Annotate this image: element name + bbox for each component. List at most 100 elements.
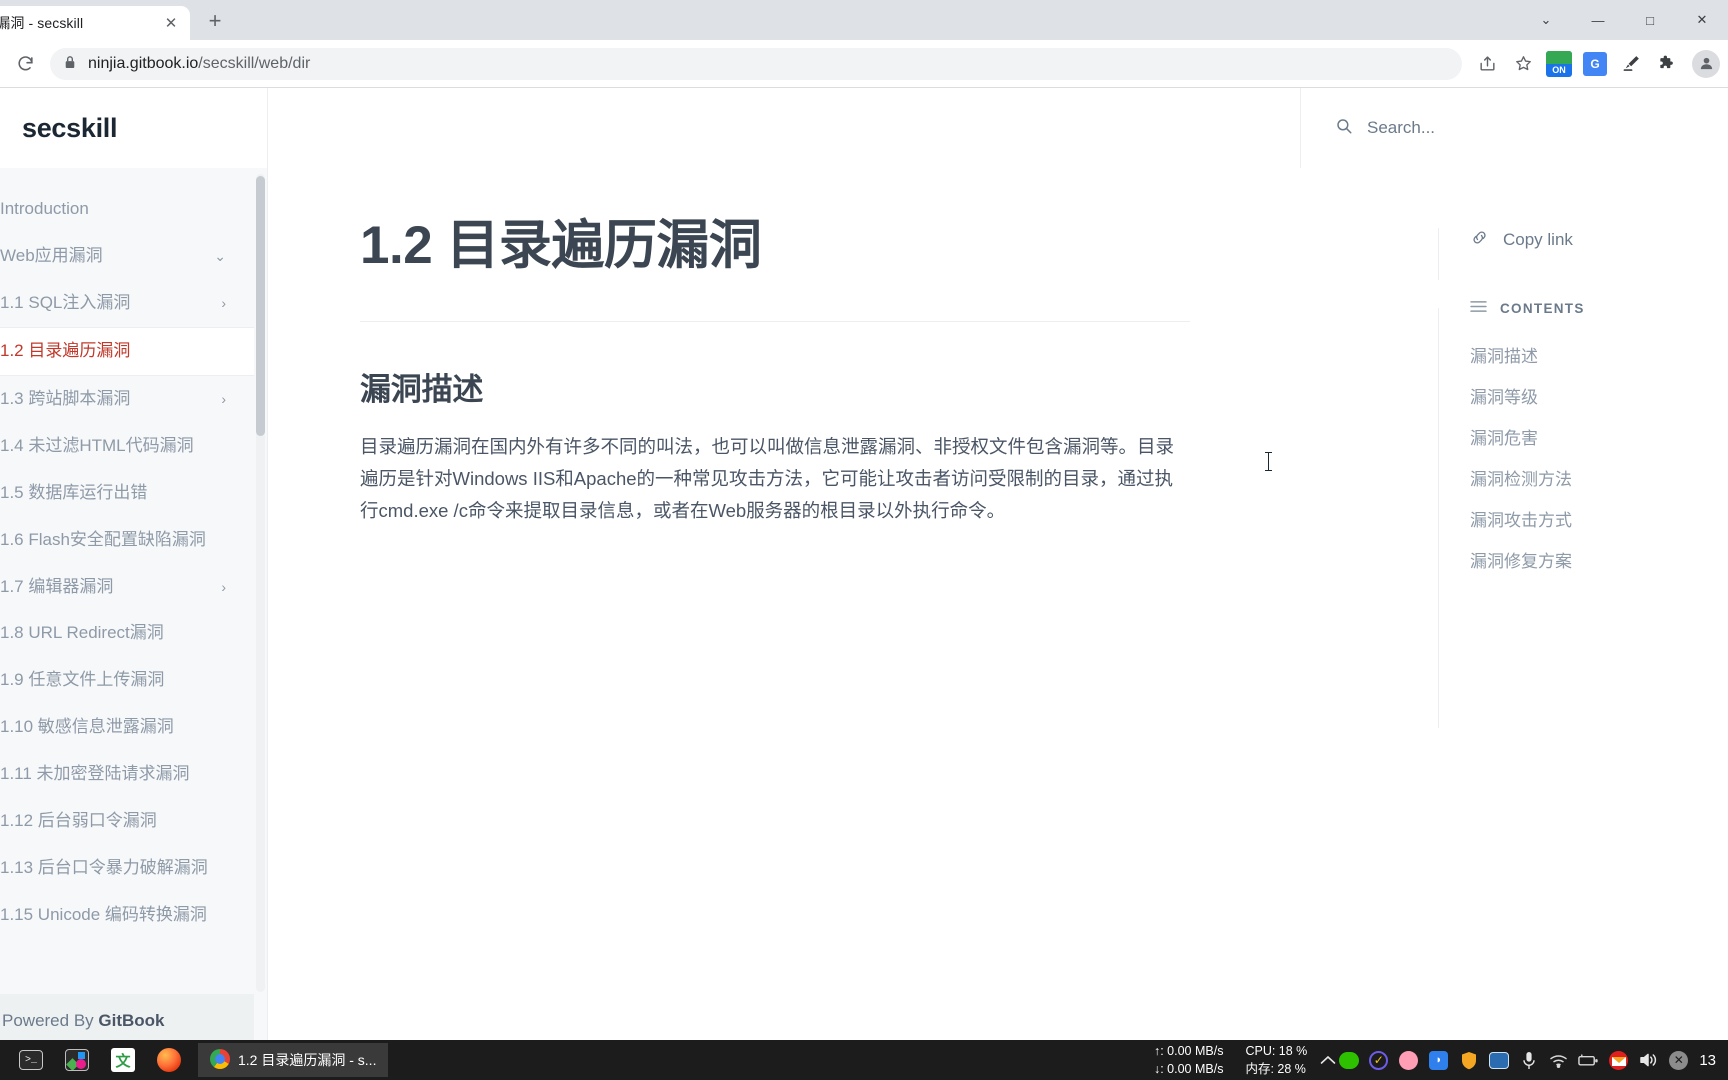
shield-icon[interactable]	[1458, 1050, 1479, 1071]
close-icon[interactable]: ✕	[160, 12, 182, 34]
chevron-down-icon[interactable]: ⌄	[214, 247, 226, 266]
link-icon	[1470, 228, 1489, 252]
reload-icon[interactable]	[8, 47, 42, 81]
sidebar-scrollbar-thumb[interactable]	[256, 176, 265, 436]
chrome-icon	[210, 1048, 230, 1072]
page-title: 1.2 目录遍历漏洞	[360, 216, 762, 275]
tab-title: 录遍历漏洞 - secskill	[0, 15, 84, 31]
download-speed: ↓: 0.00 MB/s	[1153, 1062, 1224, 1076]
text-cursor-icon	[1265, 452, 1272, 471]
sidebar-item[interactable]: 1.9 任意文件上传漏洞	[0, 657, 254, 704]
map-app-icon[interactable]	[1488, 1050, 1509, 1071]
microphone-icon[interactable]	[1518, 1050, 1539, 1071]
todo-check-icon[interactable]: ✓	[1368, 1050, 1389, 1071]
page-body: Introduction Web应用漏洞 ⌄ 1.1 SQL注入漏洞 › 1.2 目录遍历…	[0, 168, 1728, 1040]
blue-app-icon[interactable]: ◗	[1428, 1050, 1449, 1071]
sidebar-item[interactable]: 1.3 跨站脚本漏洞 ›	[0, 376, 254, 423]
mail-notification-icon[interactable]	[1608, 1050, 1629, 1071]
sidebar-item[interactable]: 1.13 后台口令暴力破解漏洞	[0, 845, 254, 892]
sidebar-item-label: 1.10 敏感信息泄露漏洞	[0, 717, 174, 737]
wifi-icon[interactable]	[1548, 1050, 1569, 1071]
sidebar-item[interactable]: Introduction	[0, 186, 254, 233]
terminal-app-icon[interactable]: >_	[8, 1040, 54, 1080]
google-translate-icon[interactable]: G	[1578, 47, 1612, 81]
close-x-icon[interactable]: ✕	[1668, 1050, 1689, 1071]
sidebar-item[interactable]: 1.12 后台弱口令漏洞	[0, 798, 254, 845]
chevron-right-icon[interactable]: ›	[221, 578, 226, 597]
sidebar-item-label: Web应用漏洞	[0, 245, 103, 265]
sidebar-item[interactable]: 1.1 SQL注入漏洞 ›	[0, 280, 254, 327]
share-icon[interactable]	[1470, 47, 1504, 81]
upload-speed: ↑: 0.00 MB/s	[1153, 1043, 1224, 1058]
battery-icon[interactable]	[1578, 1050, 1599, 1071]
copy-link-button[interactable]: Copy link	[1438, 220, 1728, 260]
sidebar-item[interactable]: 1.7 编辑器漏洞 ›	[0, 564, 254, 611]
photo-app-icon[interactable]	[54, 1040, 100, 1080]
main-content: 1.2 目录遍历漏洞 漏洞描述 目录遍历漏洞在国内外有许多不同的叫法，也可以叫做…	[268, 168, 1438, 1040]
rail-divider-top	[1438, 228, 1439, 280]
sidebar-item-label: 1.2 目录遍历漏洞	[0, 340, 131, 360]
article-paragraph: 目录遍历漏洞在国内外有许多不同的叫法，也可以叫做信息泄露漏洞、非授权文件包含漏洞…	[360, 435, 1175, 521]
sidebar-item-label: 1.3 跨站脚本漏洞	[0, 388, 131, 408]
translate-app-icon[interactable]: 文	[100, 1040, 146, 1080]
profile-avatar-icon[interactable]	[1692, 49, 1720, 78]
system-stats: ↑: 0.00 MB/s ↓: 0.00 MB/s CPU: 18 % 内存: …	[1154, 1042, 1317, 1078]
powered-by-gitbook[interactable]: Powered By GitBook	[0, 994, 254, 1040]
new-tab-button[interactable]: +	[198, 4, 232, 38]
window-close-icon[interactable]: ✕	[1676, 0, 1728, 40]
list-lines-icon	[1470, 300, 1487, 316]
puzzle-extensions-icon[interactable]	[1650, 47, 1684, 81]
rail-divider-bottom	[1438, 308, 1439, 728]
sidebar-item-label: 1.7 编辑器漏洞	[0, 576, 114, 596]
translate-label: G	[1583, 51, 1607, 76]
contents-link[interactable]: 漏洞描述	[1438, 342, 1728, 367]
windows-taskbar: >_ 文 1.2 目录遍历漏洞 - s... ↑: 0.00 MB/s ↓: 0…	[0, 1040, 1728, 1080]
sidebar-item[interactable]: 1.4 未过滤HTML代码漏洞	[0, 423, 254, 470]
minimize-icon[interactable]: —	[1572, 0, 1624, 40]
sidebar-item[interactable]: 1.15 Unicode 编码转换漏洞	[0, 892, 254, 939]
lock-icon	[64, 55, 76, 72]
sidebar-item[interactable]: 1.8 URL Redirect漏洞	[0, 610, 254, 657]
contents-link[interactable]: 漏洞攻击方式	[1438, 506, 1728, 531]
search-input[interactable]: Search...	[1300, 88, 1728, 168]
sidebar-item[interactable]: 1.10 敏感信息泄露漏洞	[0, 704, 254, 751]
sidebar-item-label: 1.12 后台弱口令漏洞	[0, 811, 157, 831]
highlighter-icon[interactable]	[1614, 47, 1648, 81]
sidebar-item[interactable]: 1.5 数据库运行出错	[0, 470, 254, 517]
flower-icon[interactable]	[1398, 1050, 1419, 1071]
maximize-icon[interactable]: □	[1624, 0, 1676, 40]
header-spacer	[268, 88, 1300, 168]
chevron-up-icon[interactable]	[1317, 1050, 1338, 1071]
site-brand[interactable]: secskill	[0, 88, 268, 168]
taskbar-apps: >_ 文	[0, 1040, 192, 1080]
firefox-app-icon[interactable]	[146, 1040, 192, 1080]
sidebar-item[interactable]: 1.6 Flash安全配置缺陷漏洞	[0, 517, 254, 564]
extension-on-icon[interactable]: ON	[1542, 47, 1576, 81]
wechat-icon[interactable]	[1338, 1050, 1359, 1071]
sidebar-item[interactable]: 1.11 未加密登陆请求漏洞	[0, 751, 254, 798]
sidebar-item[interactable]: Web应用漏洞 ⌄	[0, 233, 254, 280]
contents-link[interactable]: 漏洞等级	[1438, 383, 1728, 408]
gitbook-name: GitBook	[98, 1011, 165, 1030]
sidebar-item-label: 1.4 未过滤HTML代码漏洞	[0, 435, 194, 455]
chevron-down-icon[interactable]: ⌄	[1520, 0, 1572, 40]
chevron-right-icon[interactable]: ›	[221, 390, 226, 409]
cpu-usage: CPU: 18 %	[1245, 1043, 1308, 1058]
browser-tab[interactable]: 录遍历漏洞 - secskill ✕	[0, 6, 190, 40]
site-header: secskill Search...	[0, 88, 1728, 168]
sidebar-item[interactable]: 1.2 目录遍历漏洞	[0, 326, 254, 376]
contents-link[interactable]: 漏洞检测方法	[1438, 465, 1728, 490]
chevron-right-icon[interactable]: ›	[221, 294, 226, 313]
taskbar-clock[interactable]: 13	[1699, 1052, 1728, 1069]
sidebar-item-label: 1.9 任意文件上传漏洞	[0, 670, 165, 690]
contents-link[interactable]: 漏洞修复方案	[1438, 547, 1728, 572]
article: 1.2 目录遍历漏洞 漏洞描述 目录遍历漏洞在国内外有许多不同的叫法，也可以叫做…	[268, 168, 1198, 526]
sidebar-item-label: 1.8 URL Redirect漏洞	[0, 623, 164, 643]
contents-link[interactable]: 漏洞危害	[1438, 424, 1728, 449]
address-bar[interactable]: ninjia.gitbook.io/secskill/web/dir	[50, 47, 1462, 80]
extension-on-label: ON	[1552, 64, 1566, 75]
search-placeholder: Search...	[1367, 118, 1436, 137]
bookmark-star-icon[interactable]	[1506, 47, 1540, 81]
taskbar-active-window[interactable]: 1.2 目录遍历漏洞 - s...	[198, 1043, 389, 1077]
volume-icon[interactable]	[1638, 1050, 1659, 1071]
